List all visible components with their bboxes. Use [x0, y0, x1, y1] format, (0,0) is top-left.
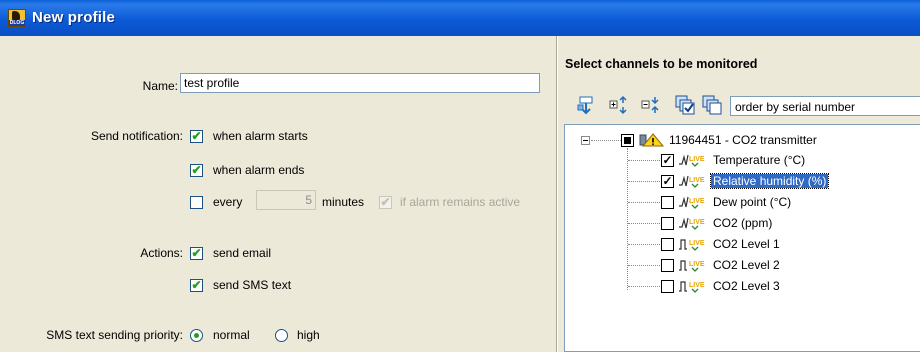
channel-label-relative-humidity[interactable]: Relative humidity (%): [709, 173, 830, 189]
channel-label-co2-level-2[interactable]: CO2 Level 2: [711, 258, 782, 272]
binary-live-icon: LIVE: [679, 281, 705, 293]
priority-normal-radio[interactable]: [190, 329, 203, 342]
when-alarm-starts-checkbox[interactable]: ✔: [190, 130, 203, 143]
every-minutes-input[interactable]: [256, 190, 316, 210]
live-tag: LIVE: [689, 261, 705, 268]
every-label: every: [213, 195, 243, 209]
tree-connector: [628, 286, 662, 287]
channel-label-co2-level-1[interactable]: CO2 Level 1: [711, 237, 782, 251]
send-sms-label: send SMS text: [213, 278, 292, 292]
channel-checkbox-co2-level-2[interactable]: [661, 259, 674, 272]
tree-connector: [628, 223, 662, 224]
move-up-icon[interactable]: [575, 94, 597, 116]
device-warning-icon: [639, 133, 665, 147]
name-input[interactable]: [180, 73, 540, 93]
tree-connector: [628, 265, 662, 266]
order-select-value: order by serial number: [735, 100, 856, 114]
live-tag: LIVE: [689, 198, 705, 205]
live-tag: LIVE: [689, 156, 705, 163]
collapse-all-icon[interactable]: [640, 94, 662, 116]
channel-label-co2-ppm[interactable]: CO2 (ppm): [711, 216, 774, 230]
order-select[interactable]: order by serial number: [730, 96, 920, 116]
expand-all-icon[interactable]: [608, 94, 630, 116]
analog-live-icon: LIVE: [679, 217, 705, 230]
channel-checkbox-temperature[interactable]: ✓: [661, 154, 674, 167]
when-alarm-ends-label: when alarm ends: [213, 163, 305, 177]
channel-tree[interactable]: 11964451 - CO2 transmitter ✓ LIVE Temper…: [564, 124, 920, 352]
channel-checkbox-relative-humidity[interactable]: ✓: [661, 175, 674, 188]
analog-live-icon: LIVE: [679, 196, 705, 209]
channel-checkbox-dew-point[interactable]: [661, 196, 674, 209]
name-label: Name:: [142, 79, 178, 93]
collapse-toggle-icon[interactable]: [581, 136, 590, 145]
when-alarm-ends-checkbox[interactable]: ✔: [190, 164, 203, 177]
priority-normal-label: normal: [213, 328, 250, 342]
when-alarm-starts-label: when alarm starts: [213, 129, 308, 143]
binary-live-icon: LIVE: [679, 260, 705, 272]
actions-label: Actions:: [140, 246, 183, 260]
live-tag: LIVE: [689, 282, 705, 289]
channel-label-co2-level-3[interactable]: CO2 Level 3: [711, 279, 782, 293]
profile-settings-pane: Name: Send notification: ✔ when alarm st…: [0, 36, 556, 352]
minutes-label: minutes: [322, 195, 365, 209]
tree-connector: [628, 202, 662, 203]
analog-live-icon: LIVE: [679, 154, 705, 167]
window-title: New profile: [32, 9, 116, 26]
channels-pane: Select channels to be monitored order by…: [558, 36, 920, 352]
live-tag: LIVE: [689, 219, 705, 226]
tree-connector: [628, 244, 662, 245]
send-email-checkbox[interactable]: ✔: [190, 247, 203, 260]
priority-high-radio[interactable]: [275, 329, 288, 342]
if-alarm-remains-active-label: if alarm remains active: [400, 195, 521, 209]
device-checkbox[interactable]: [621, 134, 634, 147]
device-label[interactable]: 11964451 - CO2 transmitter: [667, 133, 819, 147]
channel-label-temperature[interactable]: Temperature (°C): [711, 153, 807, 167]
app-icon: DLOG: [8, 9, 26, 27]
tree-connector: [627, 148, 628, 290]
send-email-label: send email: [213, 246, 272, 260]
if-alarm-remains-active-checkbox[interactable]: ✔: [379, 196, 392, 209]
sms-priority-label: SMS text sending priority:: [46, 328, 183, 342]
binary-live-icon: LIVE: [679, 239, 705, 251]
live-tag: LIVE: [689, 177, 705, 184]
channel-checkbox-co2-ppm[interactable]: [661, 217, 674, 230]
tree-connector: [591, 140, 621, 141]
channels-title: Select channels to be monitored: [565, 57, 758, 71]
send-notification-label: Send notification:: [90, 129, 183, 143]
analog-live-icon: LIVE: [679, 175, 705, 188]
channel-checkbox-co2-level-3[interactable]: [661, 280, 674, 293]
channel-checkbox-co2-level-1[interactable]: [661, 238, 674, 251]
live-tag: LIVE: [689, 240, 705, 247]
every-checkbox[interactable]: ✔: [190, 196, 203, 209]
priority-high-label: high: [297, 328, 320, 342]
deselect-all-icon[interactable]: [701, 94, 723, 116]
select-all-icon[interactable]: [674, 94, 696, 116]
tree-connector: [628, 160, 662, 161]
tree-connector: [628, 181, 662, 182]
channel-label-dew-point[interactable]: Dew point (°C): [711, 195, 793, 209]
title-bar[interactable]: DLOG New profile: [0, 0, 920, 36]
send-sms-checkbox[interactable]: ✔: [190, 279, 203, 292]
